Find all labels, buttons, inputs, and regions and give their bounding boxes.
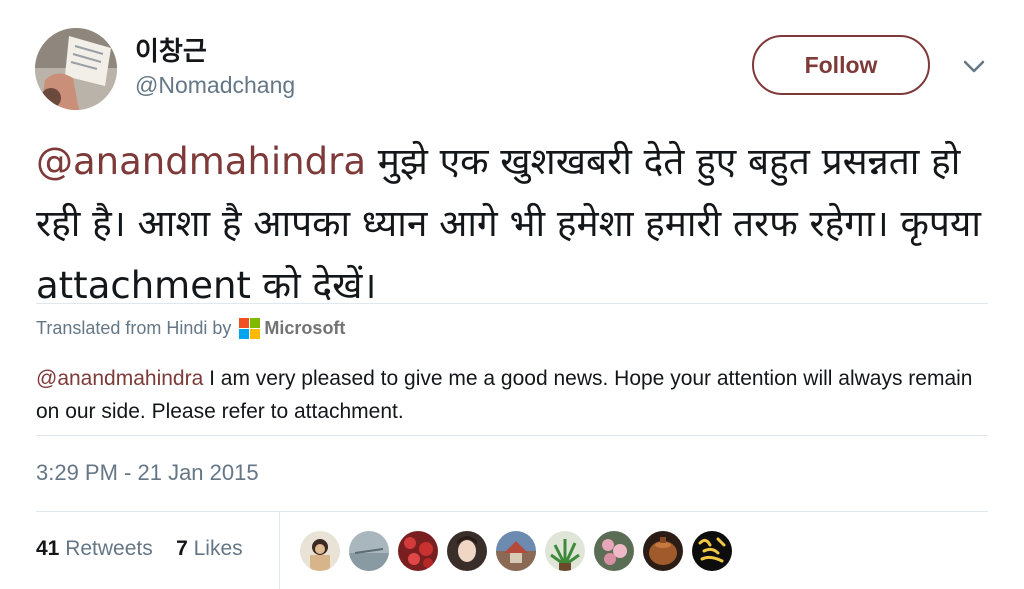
microsoft-logo-icon: [239, 318, 261, 339]
chevron-down-icon[interactable]: [960, 56, 988, 78]
liker-avatar[interactable]: [544, 530, 586, 572]
author-display-name[interactable]: 이창근: [135, 31, 207, 68]
translation-label: Translated from Hindi by: [36, 318, 232, 338]
likes-label: Likes: [193, 537, 243, 560]
stats-separator: [279, 512, 280, 589]
translated-text: @anandmahindra I am very pleased to give…: [36, 362, 986, 428]
liker-avatar[interactable]: [495, 530, 537, 572]
tweet-timestamp[interactable]: 3:29 PM - 21 Jan 2015: [36, 460, 259, 486]
liker-avatar[interactable]: [642, 530, 684, 572]
liker-avatar[interactable]: [691, 530, 733, 572]
likes-count: 7: [176, 537, 188, 560]
tweet-stats: 41 Retweets 7 Likes: [36, 537, 243, 561]
translation-mention-link[interactable]: @anandmahindra: [36, 367, 203, 390]
liker-avatar[interactable]: [299, 530, 341, 572]
liker-avatar[interactable]: [348, 530, 390, 572]
translation-provider[interactable]: Microsoft: [264, 318, 345, 339]
follow-button[interactable]: Follow: [752, 35, 930, 95]
divider: [36, 303, 988, 304]
retweets-label: Retweets: [65, 537, 153, 560]
liker-avatar[interactable]: [446, 530, 488, 572]
tweet-text: @anandmahindra मुझे एक खुशखबरी देते हुए …: [36, 131, 996, 317]
divider: [36, 511, 988, 512]
liker-avatar[interactable]: [593, 530, 635, 572]
author-handle[interactable]: @Nomadchang: [135, 72, 295, 99]
retweets-stat[interactable]: 41 Retweets: [36, 537, 153, 560]
author-avatar[interactable]: [35, 28, 117, 110]
retweets-count: 41: [36, 537, 60, 560]
tweet-mention-link[interactable]: @anandmahindra: [36, 140, 366, 183]
likes-stat[interactable]: 7 Likes: [176, 537, 243, 560]
liker-avatar[interactable]: [397, 530, 439, 572]
translation-attribution: Translated from Hindi by Microsoft: [36, 318, 345, 339]
divider: [36, 435, 988, 436]
